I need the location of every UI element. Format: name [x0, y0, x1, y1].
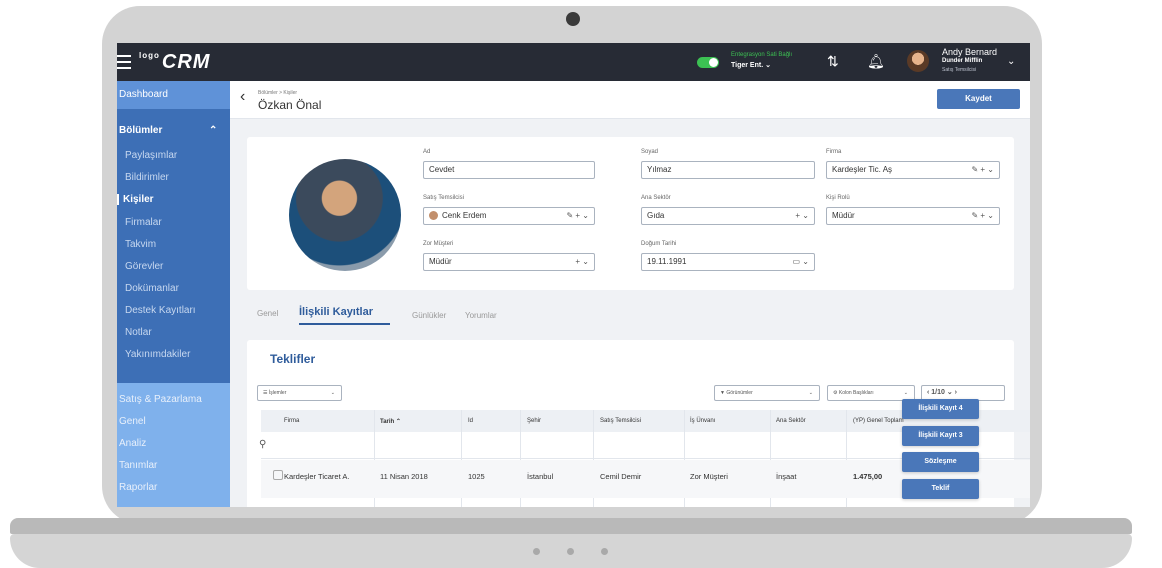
cell-satis: Cemil Demir	[600, 472, 642, 481]
tab-yorumlar[interactable]: Yorumlar	[465, 311, 497, 320]
col-sehir[interactable]: Şehir	[527, 418, 541, 424]
cell-id: 1025	[468, 472, 485, 481]
col-satis[interactable]: Satış Temsilcisi	[600, 418, 641, 424]
col-unvan[interactable]: İş Ünvanı	[690, 418, 715, 424]
laptop-hinge	[10, 518, 1132, 534]
hamburger-icon[interactable]	[117, 55, 131, 69]
sidebar-item-dashboard[interactable]: Dashboard	[117, 81, 230, 109]
field-controls[interactable]: ✎ + ⌄	[566, 208, 589, 224]
gorunumler-dropdown[interactable]: ▼ Görünümler ⌄	[714, 385, 820, 401]
back-arrow-icon[interactable]: ‹	[240, 88, 245, 106]
app-screen: logo CRM Entegrasyon Sati Bağlı Tiger Ent…	[117, 43, 1030, 507]
satis-label: Satış Temsilcisi	[423, 195, 464, 201]
tab-iliskili-kayitlar[interactable]: İlişkili Kayıtlar	[299, 306, 373, 318]
firma-field[interactable]: Kardeşler Tic. Aş ✎ + ⌄	[826, 161, 1000, 179]
col-toplam[interactable]: (YP) Genel Toplam	[853, 418, 904, 424]
rol-label: Kişi Rolü	[826, 195, 850, 201]
cell-firma: Kardeşler Ticaret A.	[284, 472, 350, 481]
field-controls[interactable]: ✎ + ⌄	[971, 162, 994, 178]
integration-company[interactable]: Tiger Ent. ⌄	[731, 61, 771, 69]
iliskili-kayit-3-button[interactable]: İlişkili Kayıt 3	[902, 426, 979, 446]
sektor-label: Ana Sektör	[641, 195, 671, 201]
sidebar-item-takvim[interactable]: Takvim	[117, 239, 230, 250]
sidebar: Dashboard Bölümler ⌃ Paylaşımlar Bildirim…	[117, 81, 230, 507]
cell-unvan: Zor Müşteri	[690, 472, 728, 481]
sidebar-item-notlar[interactable]: Notlar	[117, 327, 230, 338]
camera-icon	[566, 12, 580, 26]
teklifler-panel: Teklifler ☰ İşlemler ⌄ ▼ Görünümler ⌄ ⚙ Ko…	[247, 340, 1030, 507]
sidebar-item-kisiler[interactable]: Kişiler	[117, 194, 230, 205]
bell-icon[interactable]: 🔔︎	[867, 53, 885, 70]
sidebar-item-dokumanlar[interactable]: Dokümanlar	[117, 283, 230, 294]
col-sektor[interactable]: Ana Sektör	[776, 418, 806, 424]
base-dot	[601, 548, 608, 555]
tab-underline	[299, 323, 390, 325]
iliskili-kayit-4-button[interactable]: İlişkili Kayıt 4	[902, 399, 979, 419]
save-button[interactable]: Kaydet	[937, 89, 1020, 109]
col-tarih[interactable]: Tarih ⌃	[380, 418, 401, 425]
panel-title: Teklifler	[270, 352, 316, 366]
sidebar-item-raporlar[interactable]: Raporlar	[117, 482, 230, 493]
row-checkbox[interactable]	[273, 470, 283, 480]
integration-status: Entegrasyon Sati Bağlı	[731, 52, 793, 58]
islemler-dropdown[interactable]: ☰ İşlemler ⌄	[257, 385, 342, 401]
app-logo[interactable]: logo CRM	[139, 51, 210, 74]
col-id[interactable]: Id	[468, 418, 473, 424]
user-role: Satış Temsilcisi	[942, 67, 977, 73]
cell-toplam: 1.475,00	[853, 472, 883, 481]
top-bar: logo CRM Entegrasyon Sati Bağlı Tiger Ent…	[117, 43, 1030, 81]
chevron-down-icon[interactable]: ⌄	[1007, 56, 1015, 67]
rol-field[interactable]: Müdür ✎ + ⌄	[826, 207, 1000, 225]
avatar	[429, 211, 438, 221]
sidebar-lower: Satış & Pazarlama Genel Analiz Tanımlar …	[117, 383, 230, 507]
base-dot	[567, 548, 574, 555]
page-header: ‹ Bölümler > Kişiler Özkan Önal Kaydet	[230, 81, 1030, 119]
base-dot	[533, 548, 540, 555]
sozlesme-button[interactable]: Sözleşme	[902, 452, 979, 472]
ad-label: Ad	[423, 149, 431, 155]
dogum-field[interactable]: 19.11.1991 ▭ ⌄	[641, 253, 815, 271]
sidebar-item-paylasimlar[interactable]: Paylaşımlar	[117, 150, 230, 161]
col-firma[interactable]: Firma	[284, 418, 299, 424]
sidebar-item-satis[interactable]: Satış & Pazarlama	[117, 394, 230, 405]
contact-card: Ad Cevdet Soyad Yılmaz Firma Kardeşler T…	[247, 137, 1014, 290]
sidebar-item-yakinimdakiler[interactable]: Yakınımdakiler	[117, 349, 230, 360]
teklif-button[interactable]: Teklif	[902, 479, 979, 499]
firma-label: Firma	[826, 149, 842, 155]
soyad-field[interactable]: Yılmaz	[641, 161, 815, 179]
cell-tarih: 11 Nisan 2018	[380, 472, 428, 481]
page-title: Özkan Önal	[258, 98, 322, 112]
sidebar-section-bolumler[interactable]: Bölümler ⌃	[117, 125, 230, 136]
search-icon[interactable]: ⚲	[259, 439, 266, 450]
contact-photo[interactable]	[289, 159, 401, 271]
breadcrumb[interactable]: Bölümler > Kişiler	[258, 90, 297, 96]
ad-field[interactable]: Cevdet	[423, 161, 595, 179]
sidebar-item-analiz[interactable]: Analiz	[117, 438, 230, 449]
user-name: Andy Bernard	[942, 47, 998, 57]
sidebar-item-genel[interactable]: Genel	[117, 416, 230, 427]
soyad-label: Soyad	[641, 149, 659, 155]
field-controls[interactable]: + ⌄	[575, 254, 589, 270]
sidebar-item-bildirimler[interactable]: Bildirimler	[117, 172, 230, 183]
sidebar-item-destek[interactable]: Destek Kayıtları	[117, 305, 230, 316]
sidebar-item-tanimlar[interactable]: Tanımlar	[117, 460, 230, 471]
field-controls[interactable]: + ⌄	[795, 208, 809, 224]
avatar[interactable]	[907, 50, 929, 72]
zor-field[interactable]: Müdür + ⌄	[423, 253, 595, 271]
user-company: Dunder Mifflin	[942, 58, 983, 64]
org-chart-icon[interactable]: ⇅	[827, 53, 839, 70]
sidebar-item-firmalar[interactable]: Firmalar	[117, 217, 230, 228]
tab-gunlukler[interactable]: Günlükler	[412, 311, 446, 320]
field-controls[interactable]: ✎ + ⌄	[971, 208, 994, 224]
sidebar-item-gorevler[interactable]: Görevler	[117, 261, 230, 272]
calendar-icon[interactable]: ▭ ⌄	[793, 254, 809, 270]
dogum-label: Doğum Tarihi	[641, 241, 677, 247]
cell-sehir: İstanbul	[527, 472, 554, 481]
cell-sektor: İnşaat	[776, 472, 797, 481]
zor-label: Zor Müşteri	[423, 241, 454, 247]
sektor-field[interactable]: Gıda + ⌄	[641, 207, 815, 225]
tab-genel[interactable]: Genel	[257, 309, 278, 318]
satis-field[interactable]: Cenk Erdem ✎ + ⌄	[423, 207, 595, 225]
integration-toggle[interactable]	[697, 57, 719, 68]
